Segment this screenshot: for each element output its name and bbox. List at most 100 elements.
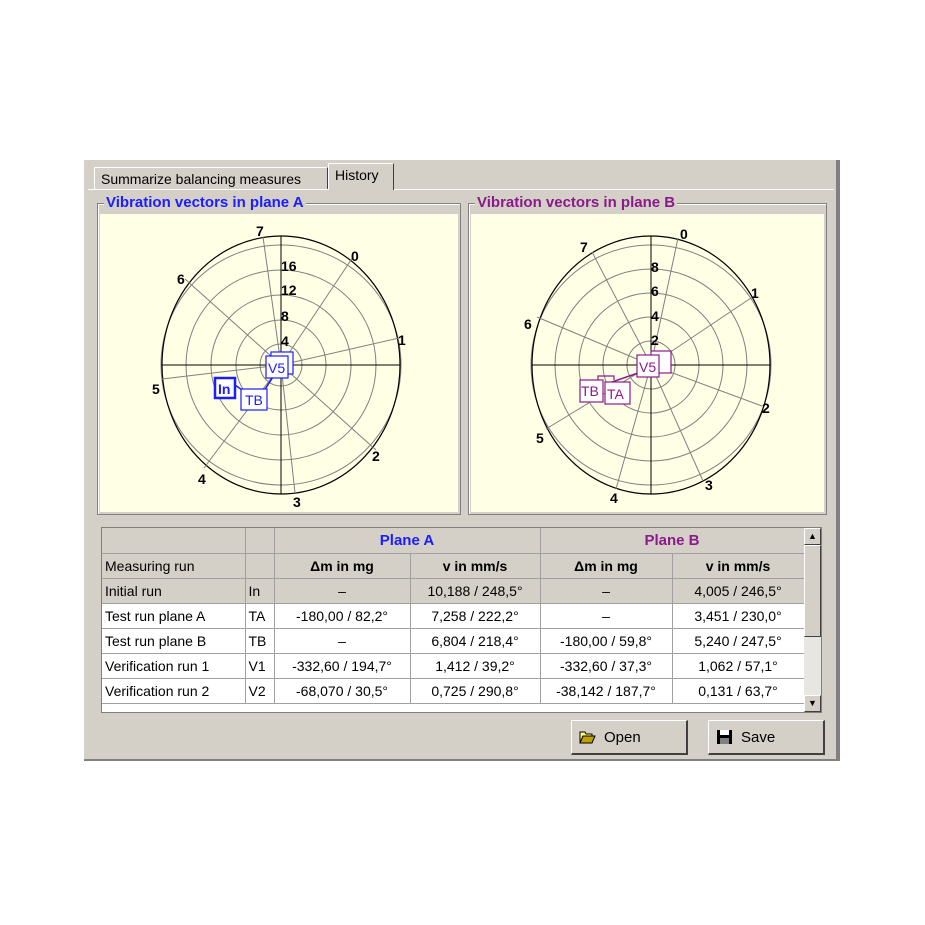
marker-ta: TA (607, 386, 625, 402)
run-name: Verification run 1 (102, 653, 246, 679)
angle-label-0: 0 (351, 248, 359, 264)
angle-label-1: 1 (398, 332, 406, 348)
v-plane-a: 1,412 / 39,2° (410, 653, 541, 679)
open-button-label: Open (604, 729, 641, 746)
dm-plane-a: -68,070 / 30,5° (274, 678, 411, 704)
scroll-up-arrow-icon[interactable]: ▲ (804, 528, 821, 545)
radius-label-4: 4 (651, 308, 659, 324)
header-v-plane-b: v in mm/s (672, 553, 805, 579)
marker-in: In (218, 381, 230, 397)
run-code: V2 (245, 678, 275, 704)
table-vertical-scrollbar[interactable]: ▲ ▼ (804, 528, 821, 712)
angle-label-2: 2 (372, 448, 380, 464)
header-dm-plane-b: Δm in mg (540, 553, 673, 579)
marker-v5: V5 (268, 360, 285, 376)
dm-plane-a: -332,60 / 194,7° (274, 653, 411, 679)
table-row[interactable]: Initial run In – 10,188 / 248,5° – 4,005… (102, 578, 805, 604)
v-plane-b: 4,005 / 246,5° (672, 578, 805, 604)
tab-history[interactable]: History (328, 163, 394, 190)
run-name: Verification run 2 (102, 678, 246, 704)
history-table: Plane A Plane B Measuring run Δm in mg v… (101, 527, 822, 713)
scroll-down-arrow-icon[interactable]: ▼ (804, 695, 821, 712)
run-name: Test run plane A (102, 603, 246, 629)
v-plane-b: 0,131 / 63,7° (672, 678, 805, 704)
dm-plane-a: – (274, 578, 411, 604)
folder-open-icon (579, 731, 596, 744)
dm-plane-b: -180,00 / 59,8° (540, 628, 673, 654)
tab-strip-line (88, 189, 834, 190)
header-empty (102, 528, 246, 554)
radius-label-4: 4 (281, 333, 289, 349)
run-code: In (245, 578, 275, 604)
header-plane-a: Plane A (274, 528, 541, 554)
save-button-label: Save (741, 729, 776, 746)
run-name: Initial run (102, 578, 246, 604)
radius-label-16: 16 (281, 258, 297, 274)
v-plane-a: 0,725 / 290,8° (410, 678, 541, 704)
marker-v5: V5 (639, 359, 656, 375)
table-row[interactable]: Verification run 1 V1 -332,60 / 194,7° 1… (102, 653, 805, 679)
save-button[interactable]: Save (708, 720, 825, 755)
v-plane-a: 6,804 / 218,4° (410, 628, 541, 654)
scrollbar-thumb[interactable] (804, 545, 821, 637)
marker-tb: TB (581, 383, 599, 399)
dm-plane-b: – (540, 603, 673, 629)
header-dm-plane-a: Δm in mg (274, 553, 411, 579)
dm-plane-a: -180,00 / 82,2° (274, 603, 411, 629)
radius-label-6: 6 (651, 283, 659, 299)
plot-frame-plane-a: 0 1 2 3 4 5 6 7 4 8 12 16 V5 In TB Vibra… (97, 194, 461, 515)
table-row[interactable]: Test run plane B TB – 6,804 / 218,4° -18… (102, 628, 805, 654)
polar-chart-plane-a: 0 1 2 3 4 5 6 7 4 8 12 16 V5 In TB (152, 223, 406, 510)
dm-plane-b: – (540, 578, 673, 604)
run-code: V1 (245, 653, 275, 679)
angle-label-5: 5 (152, 381, 160, 397)
v-plane-a: 10,188 / 248,5° (410, 578, 541, 604)
radius-label-2: 2 (651, 332, 659, 348)
marker-tb: TB (245, 392, 263, 408)
angle-label-4: 4 (198, 471, 206, 487)
angle-label-3: 3 (293, 494, 301, 510)
angle-label-0: 0 (680, 226, 688, 242)
polar-plot-plane-a: 0 1 2 3 4 5 6 7 4 8 12 16 V5 In TB (100, 214, 458, 512)
floppy-disk-icon (717, 730, 732, 744)
open-button[interactable]: Open (571, 720, 688, 755)
v-plane-b: 3,451 / 230,0° (672, 603, 805, 629)
run-code: TB (245, 628, 275, 654)
dm-plane-a: – (274, 628, 411, 654)
table-row[interactable]: Verification run 2 V2 -68,070 / 30,5° 0,… (102, 678, 805, 704)
angle-label-4: 4 (610, 490, 618, 506)
radius-label-8: 8 (281, 308, 289, 324)
angle-label-6: 6 (524, 316, 532, 332)
header-v-plane-a: v in mm/s (410, 553, 541, 579)
angle-label-3: 3 (705, 477, 713, 493)
plot-frame-plane-b: 0 1 2 3 4 5 6 7 2 4 6 8 V5 TB TA Vibrati… (468, 194, 827, 515)
v-plane-b: 1,062 / 57,1° (672, 653, 805, 679)
header-plane-b: Plane B (540, 528, 805, 554)
run-name: Test run plane B (102, 628, 246, 654)
table-header-columns: Measuring run Δm in mg v in mm/s Δm in m… (102, 553, 805, 579)
table-header-planes: Plane A Plane B (102, 528, 805, 554)
angle-label-1: 1 (751, 285, 759, 301)
header-code (245, 553, 275, 579)
polar-plot-plane-b: 0 1 2 3 4 5 6 7 2 4 6 8 V5 TB TA (471, 214, 824, 512)
plot-title-plane-b: Vibration vectors in plane B (475, 194, 678, 212)
angle-label-7: 7 (580, 239, 588, 255)
v-plane-a: 7,258 / 222,2° (410, 603, 541, 629)
angle-label-6: 6 (177, 271, 185, 287)
dm-plane-b: -38,142 / 187,7° (540, 678, 673, 704)
plot-title-plane-a: Vibration vectors in plane A (104, 194, 306, 212)
dm-plane-b: -332,60 / 37,3° (540, 653, 673, 679)
v-plane-b: 5,240 / 247,5° (672, 628, 805, 654)
header-empty-code (245, 528, 275, 554)
radius-label-12: 12 (281, 282, 297, 298)
tab-summarize-balancing-measures[interactable]: Summarize balancing measures (94, 167, 328, 189)
table-row[interactable]: Test run plane A TA -180,00 / 82,2° 7,25… (102, 603, 805, 629)
polar-chart-plane-b: 0 1 2 3 4 5 6 7 2 4 6 8 V5 TB TA (524, 226, 772, 506)
radius-label-8: 8 (651, 259, 659, 275)
header-measuring-run: Measuring run (102, 553, 246, 579)
history-grid: Plane A Plane B Measuring run Δm in mg v… (102, 528, 805, 704)
angle-label-2: 2 (762, 400, 770, 416)
angle-label-5: 5 (536, 430, 544, 446)
run-code: TA (245, 603, 275, 629)
window-right-border (836, 160, 840, 761)
